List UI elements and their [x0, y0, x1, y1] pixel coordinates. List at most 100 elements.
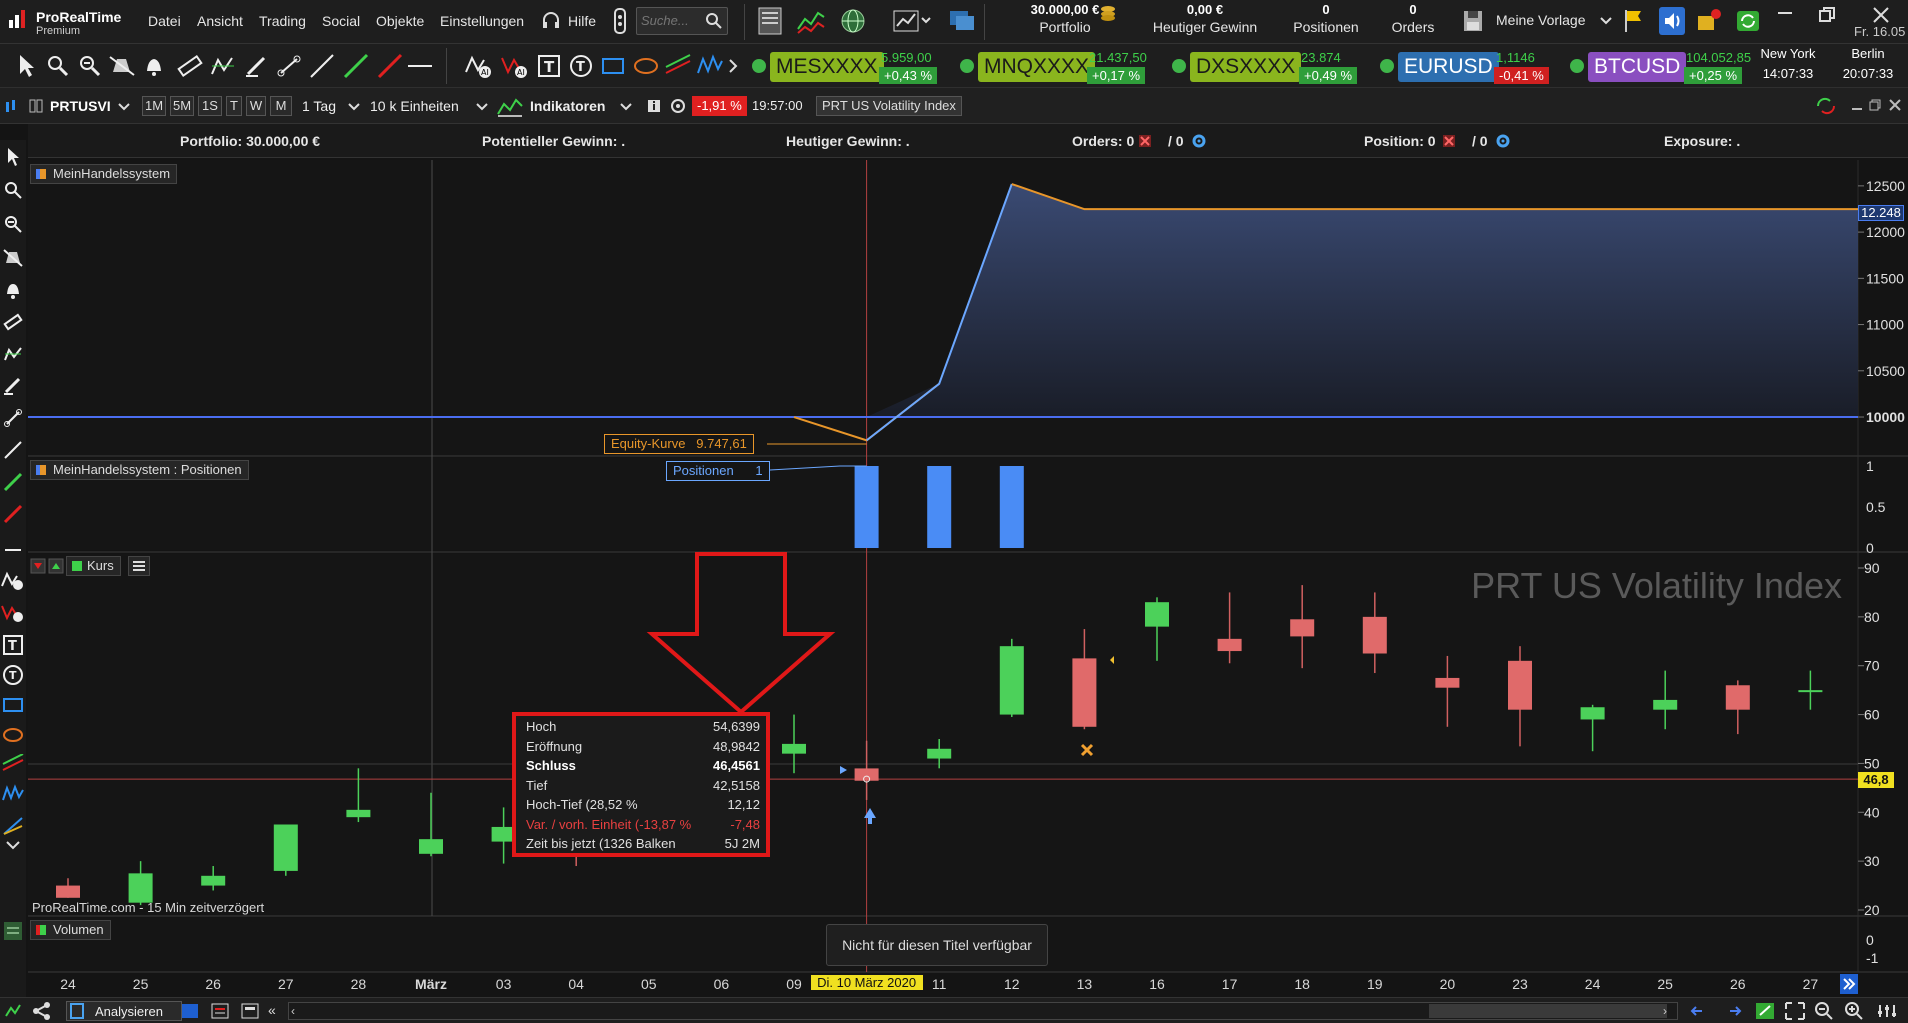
- y-axis-group: 20 30 40 50 60 70 80 90 10000 10500 11000 11500 1200…: [1858, 178, 1905, 966]
- candle-body: [1290, 619, 1315, 637]
- redo-icon[interactable]: [1722, 1003, 1742, 1019]
- volume-label: Volumen: [53, 922, 104, 937]
- price-panel[interactable]: [28, 554, 1858, 916]
- legend-swatch: [36, 169, 46, 179]
- candle-body: [56, 885, 80, 898]
- last-price-badge: 46,8: [1858, 772, 1894, 788]
- x-axis-label: Di. 10 März 2020: [810, 975, 923, 990]
- tooltip-key: Zeit bis jetzt (1326 Balken: [526, 836, 676, 851]
- tooltip-row: Eröffnung 48,9842: [526, 739, 760, 758]
- tooltip-key: Hoch: [526, 719, 557, 734]
- tooltip-value: 5J 2M: [724, 836, 760, 851]
- x-axis-label: 04: [568, 976, 584, 992]
- position-bar: [999, 466, 1024, 548]
- collapse-icon[interactable]: «: [268, 1002, 276, 1018]
- legend-swatch: [36, 465, 46, 475]
- scroll-left-icon[interactable]: ‹: [291, 1004, 303, 1018]
- position-bar: [854, 466, 879, 548]
- analyze-label: Analysieren: [95, 1004, 163, 1019]
- chart-area[interactable]: PRT US Volatility Index 20 30 40 50 60 70 80 90…: [0, 0, 1908, 1000]
- x-axis-label: 26: [1730, 976, 1746, 992]
- candle-body: [1362, 616, 1387, 654]
- x-axis-label: 27: [1802, 976, 1819, 992]
- y-tick-label: 70: [1864, 658, 1880, 674]
- y-tick-label: 0: [1866, 540, 1874, 556]
- x-axis-label: März: [415, 976, 447, 992]
- window-icon[interactable]: [180, 1002, 200, 1020]
- tooltip-row: Hoch 54,6399: [526, 719, 760, 738]
- legend-swatch: [72, 561, 82, 571]
- volume-panel-label[interactable]: Volumen: [30, 920, 111, 940]
- analyze-button[interactable]: Analysieren: [66, 1001, 182, 1021]
- scroll-right-icon[interactable]: ›: [1663, 1004, 1675, 1018]
- delay-note: ProRealTime.com - 15 Min zeitverzögert: [32, 900, 265, 915]
- fit-icon[interactable]: [1784, 1001, 1806, 1021]
- price-panel-label[interactable]: Kurs: [66, 556, 121, 576]
- tooltip-value: 12,12: [727, 797, 760, 812]
- positions-panel-label[interactable]: MeinHandelssystem : Positionen: [30, 460, 249, 480]
- x-axis-label: 18: [1294, 976, 1310, 992]
- scrollbar-thumb[interactable]: [1429, 1004, 1667, 1018]
- y-tick-label: 10500: [1866, 363, 1905, 379]
- tooltip-value: -7,48: [730, 816, 760, 832]
- tooltip-row: Var. / vorh. Einheit (-13,87 % -7,48: [526, 817, 760, 836]
- legend-swatch: [36, 925, 46, 935]
- x-axis-label: 11: [931, 976, 947, 992]
- calculator-icon[interactable]: [240, 1002, 260, 1020]
- candle-body: [1508, 660, 1532, 710]
- price-panel-toolbar: Kurs: [30, 556, 170, 576]
- undo-icon[interactable]: [1690, 1003, 1710, 1019]
- horizontal-scrollbar[interactable]: ‹ ›: [288, 1002, 1678, 1020]
- collapse-up-icon[interactable]: [48, 558, 64, 574]
- y-tick-label: 30: [1864, 853, 1880, 869]
- x-axis-label: 16: [1149, 976, 1165, 992]
- x-axis-label: 23: [1512, 976, 1528, 992]
- tooltip-row: Schluss 46,4561: [526, 758, 760, 777]
- x-axis-label: 06: [713, 976, 730, 992]
- candle-body: [999, 646, 1024, 715]
- x-axis-label: 20: [1439, 976, 1456, 992]
- list-icon: [133, 561, 145, 571]
- tooltip-value: 54,6399: [713, 719, 760, 734]
- equity-panel-label[interactable]: MeinHandelssystem: [30, 164, 178, 184]
- chart-icon[interactable]: [4, 1002, 22, 1020]
- x-axis-label: 13: [1076, 976, 1093, 992]
- list-button[interactable]: [128, 556, 150, 576]
- position-bar: [927, 466, 952, 548]
- x-axis-label: 25: [132, 976, 149, 992]
- positions-label: MeinHandelssystem : Positionen: [53, 462, 242, 477]
- watermark: PRT US Volatility Index: [1471, 565, 1842, 606]
- candle-body: [1145, 602, 1169, 627]
- x-axis-label: 19: [1367, 976, 1383, 992]
- candle-body: [201, 875, 226, 886]
- y-tick-label: -1: [1866, 950, 1879, 966]
- x-axis-label: 24: [60, 976, 76, 992]
- positions-callout: Positionen 1: [666, 461, 770, 481]
- candle-body: [1217, 638, 1242, 652]
- settings-icon[interactable]: [1876, 1001, 1898, 1021]
- tooltip-value: 46,4561: [713, 758, 760, 773]
- x-axis-label: 28: [350, 976, 367, 992]
- tools-icon[interactable]: [1754, 1001, 1776, 1021]
- candle-body: [346, 809, 371, 818]
- y-tick-label: 0.5: [1866, 499, 1886, 515]
- candle-body: [854, 768, 879, 781]
- candle-body: [1580, 707, 1605, 720]
- share-icon[interactable]: [32, 1002, 52, 1020]
- candle-body: [927, 748, 952, 759]
- collapse-down-icon[interactable]: [30, 558, 46, 574]
- candle-tooltip: Hoch 54,6399 Eröffnung 48,9842 Schluss 46,456…: [512, 712, 770, 857]
- zoom-in-icon[interactable]: [1844, 1001, 1864, 1021]
- candle-body: [1653, 699, 1678, 710]
- x-axis-label: 24: [1584, 976, 1601, 992]
- tooltip-key: Eröffnung: [526, 738, 583, 754]
- y-tick-label: 50: [1864, 755, 1880, 771]
- zoom-out-icon[interactable]: [1814, 1001, 1834, 1021]
- scroll-right-icon[interactable]: [1840, 974, 1858, 994]
- status-bar: Analysieren « ‹ ›: [0, 997, 1908, 1023]
- equity-label: MeinHandelssystem: [53, 166, 171, 181]
- y-tick-label: 90: [1864, 560, 1880, 576]
- list-icon[interactable]: [210, 1002, 230, 1020]
- analyze-icon: [70, 1003, 84, 1019]
- x-axis-label: 03: [495, 976, 512, 992]
